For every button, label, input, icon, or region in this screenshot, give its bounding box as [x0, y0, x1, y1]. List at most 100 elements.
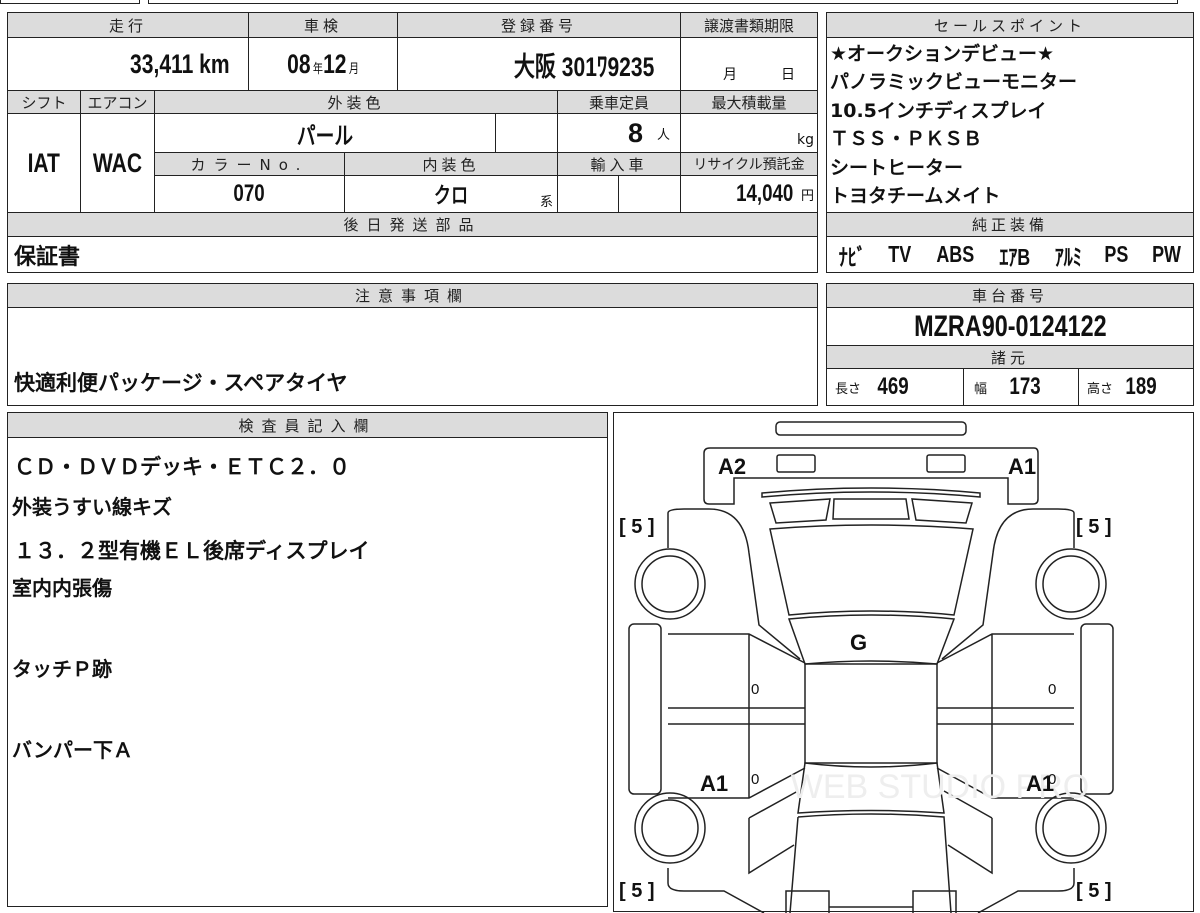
chassis-number: MZRA90-0124122	[826, 307, 1194, 346]
specs-header: 諸元	[826, 345, 1194, 369]
notes-header: 注意事項欄	[7, 283, 818, 308]
sales-point: ★オークションデビュー★	[830, 43, 1055, 65]
transfer-deadline-header: 譲渡書類期限	[680, 12, 818, 38]
color-no-header: カラーNo.	[154, 152, 345, 176]
mileage-value: 33,411 km	[7, 37, 249, 91]
car-diagram: WEB STUDIO PRO A2 A1 G A1 A1 [ 5 ] [ 5 ]…	[613, 412, 1194, 913]
registration-value: 大阪 301ﾜ9235	[397, 37, 681, 91]
ac-text: WAC	[92, 147, 143, 178]
inspection-header: 車検	[248, 12, 398, 38]
step-left	[628, 623, 662, 795]
fog-lamp-left	[776, 454, 816, 473]
door-mark: 0	[1048, 681, 1056, 698]
chassis-header: 車台番号	[826, 283, 1194, 308]
exterior-color-text: パール	[296, 122, 354, 150]
headlights	[769, 498, 973, 524]
sales-points-header: セールスポイント	[826, 12, 1194, 38]
recycle-unit: 円	[800, 187, 814, 203]
equipment-item: TV	[888, 241, 912, 267]
wheel-front-right	[1035, 548, 1107, 620]
recycle-amount: 14,040	[735, 180, 793, 207]
top-strip-cell	[0, 0, 140, 4]
equipment-header: 純正装備	[826, 212, 1194, 237]
month-unit: 月	[348, 60, 359, 76]
recycle-value: 14,040 円	[680, 175, 818, 213]
capacity-header: 乗車定員	[557, 90, 681, 114]
height-label: 高さ	[1087, 380, 1114, 396]
front-bumper	[703, 447, 1039, 505]
transfer-month: 月	[723, 67, 737, 83]
import-header: 輸入車	[557, 152, 681, 176]
mileage-unit: km	[199, 48, 230, 79]
mileage-header: 走行	[7, 12, 249, 38]
transfer-deadline-value: 月日	[680, 37, 818, 91]
import-cell	[557, 175, 619, 213]
inspection-year: 08	[287, 48, 311, 79]
tire-tread-front-right: [ 5 ]	[1076, 516, 1112, 538]
height-value: 189	[1125, 373, 1157, 400]
shift-value: IAT	[7, 113, 81, 213]
capacity-value: 8人	[557, 113, 681, 153]
registration-header: 登録番号	[397, 12, 681, 38]
ac-value: WAC	[80, 113, 155, 213]
recycle-header: リサイクル預託金	[680, 152, 818, 176]
inspector-line: バンパー下Ａ	[12, 738, 133, 762]
tire-tread-rear-right: [ 5 ]	[1076, 880, 1112, 902]
equipment-item: ABS	[936, 241, 974, 267]
hood	[769, 524, 974, 616]
doors-left	[668, 633, 806, 799]
interior-color-text: クロ	[433, 183, 469, 208]
width-value: 173	[1009, 373, 1041, 400]
wheel-rear-left-inner	[641, 799, 699, 857]
rear-lamps	[785, 890, 957, 913]
note-line: 快適利便パッケージ・スペアタイヤ	[14, 371, 348, 395]
door-mark: 0	[1048, 771, 1056, 788]
inspection-value: 08 年12 月	[248, 37, 398, 91]
width-cell: 幅 173	[963, 368, 1079, 406]
sales-point: 10.5インチディスプレイ	[830, 99, 1047, 122]
door-mark: 0	[751, 771, 759, 788]
sales-point: パノラミックビューモニター	[830, 71, 1078, 94]
exterior-color-value: パール	[154, 113, 496, 153]
inspector-line: 室内内張傷	[12, 576, 112, 600]
max-load-unit: kg	[797, 132, 814, 148]
wheel-rear-right-inner	[1042, 799, 1100, 857]
color-no-value: 070	[154, 175, 345, 213]
transfer-day: 日	[781, 67, 795, 83]
equipment-item: PS	[1104, 241, 1129, 267]
inspector-box: 外装うすい線キズ 室内内張傷 タッチＰ跡 バンパー下Ａ	[7, 437, 608, 907]
interior-color-header: 内装色	[344, 152, 558, 176]
sales-points-list: ★オークションデビュー★ パノラミックビューモニター 10.5インチディスプレイ…	[830, 41, 1190, 209]
registration-text: 大阪 301ﾜ9235	[513, 51, 655, 82]
capacity-unit: 人	[656, 126, 670, 142]
equipment-item: ﾅﾋﾞ	[838, 243, 866, 270]
inspection-month: 12	[323, 48, 347, 79]
grille	[761, 487, 981, 498]
inspector-line: タッチＰ跡	[12, 657, 112, 681]
height-cell: 高さ 189	[1078, 368, 1194, 406]
max-load-header: 最大積載量	[680, 90, 818, 114]
fog-lamp-right	[926, 454, 966, 473]
equipment-item: ｴｱB	[999, 243, 1031, 270]
windshield	[787, 614, 956, 665]
equipment-list: ﾅﾋﾞ TV ABS ｴｱB ｱﾙﾐ PS PW	[826, 236, 1194, 273]
wheel-front-left-inner	[641, 555, 699, 613]
length-label: 長さ	[835, 380, 862, 396]
top-strip-cell	[148, 0, 1178, 4]
sales-point: トヨタチームメイト	[830, 184, 1001, 207]
length-value: 469	[877, 373, 909, 400]
length-cell: 長さ 469	[826, 368, 964, 406]
wheel-rear-left	[634, 792, 706, 864]
notes-box: 快適利便パッケージ・スペアタイヤ ＣＤ・ＤＶＤデッキ・ＥＴＣ２．０ １３．２型有…	[7, 307, 818, 563]
door-mark: 0	[751, 681, 759, 698]
import-cell	[618, 175, 681, 213]
inspector-list: 外装うすい線キズ 室内内張傷 タッチＰ跡 バンパー下Ａ	[12, 440, 172, 818]
capacity-number: 8	[627, 117, 643, 148]
color-no-text: 070	[233, 180, 266, 207]
exterior-color-header: 外装色	[154, 90, 558, 114]
later-parts-value: 保証書	[7, 236, 818, 273]
interior-color-value: クロ 系	[344, 175, 558, 213]
tire-tread-rear-left: [ 5 ]	[619, 880, 655, 902]
front-fenders	[667, 508, 1075, 660]
inspector-line: 外装うすい線キズ	[12, 495, 172, 519]
